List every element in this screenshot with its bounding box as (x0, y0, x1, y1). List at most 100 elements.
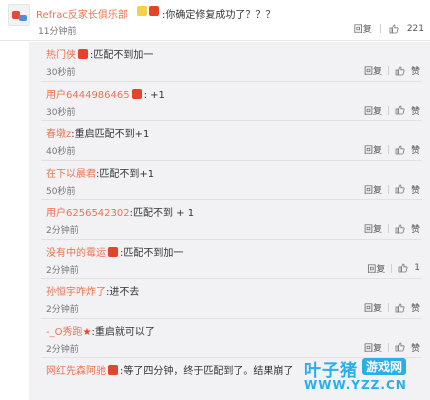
action-divider (379, 24, 381, 33)
like-label[interactable]: 赞 (411, 104, 420, 117)
thumbs-up-icon[interactable] (395, 342, 405, 352)
reply-button[interactable]: 回复 (364, 301, 382, 314)
reply-button[interactable]: 回复 (364, 104, 382, 117)
reply-item: 没有中的霉运:匹配不到加一 2分钟前 回复 1 (29, 240, 430, 279)
user-badges (137, 6, 159, 16)
site-watermark: 叶子猪 游戏网 WWW.YZZ.CN (304, 356, 422, 394)
reply-item: 孙恒宇咋炸了:进不去 2分钟前 回复 赞 (29, 279, 430, 319)
reply-text: :匹配不到加一 (120, 247, 184, 259)
reply-item: 用户6256542302:匹配不到 + 1 2分钟前 回复 赞 (29, 200, 430, 240)
badge-icon (137, 6, 147, 16)
vip-badge-icon (108, 365, 118, 375)
watermark-game: 游戏网 (362, 358, 407, 375)
reply-item: 热门侠 :匹配不到加一 30秒前 回复 赞 (29, 42, 430, 82)
reply-button[interactable]: 回复 (364, 183, 382, 196)
action-divider (387, 303, 389, 312)
reply-button[interactable]: 回复 (364, 64, 382, 77)
reply-time: 30秒前 (46, 107, 76, 118)
reply-actions: 回复 赞 (364, 104, 420, 117)
like-label[interactable]: 1 (414, 263, 420, 273)
reply-text: :进不去 (106, 287, 140, 298)
reply-button[interactable]: 回复 (354, 22, 372, 35)
top-comment-time: 11分钟前 (38, 27, 77, 37)
reply-username[interactable]: 用户6256542302 (46, 208, 130, 219)
reply-item: -_O秀跑★:重启就可以了 2分钟前 回复 赞 (29, 319, 430, 358)
badge-icon (149, 6, 159, 16)
action-divider (387, 66, 389, 75)
reply-button[interactable]: 回复 (364, 143, 382, 156)
top-comment-text: :你确定修复成功了？？？ (162, 10, 276, 21)
reply-text: :重启匹配不到+1 (71, 129, 150, 140)
thumbs-up-icon[interactable] (395, 303, 405, 313)
reply-content: 孙恒宇咋炸了:进不去 (46, 283, 139, 298)
thumbs-up-icon[interactable] (395, 105, 405, 115)
action-divider (387, 184, 389, 194)
reply-item: 用户6444986465 : +1 30秒前 回复 赞 (29, 82, 430, 121)
replies-panel: 热门侠:匹配不到加一 30秒前 回复赞用户6444986465: +1 30秒前 回复赞… (29, 42, 430, 400)
reply-username[interactable]: 网红先森阿驰 (46, 366, 106, 377)
reply-text: : +1 (143, 89, 165, 101)
reply-content: 用户6444986465 : +1 (46, 86, 165, 101)
top-comment-actions: 回复 221 (354, 22, 424, 36)
reply-actions: 回复 赞 (364, 143, 420, 156)
action-divider (387, 145, 389, 154)
like-count: 221 (406, 23, 424, 34)
reply-username[interactable]: 热门侠 (46, 50, 76, 61)
divider (0, 40, 430, 41)
like-label[interactable]: 赞 (411, 341, 420, 354)
thumbs-up-icon[interactable] (398, 263, 408, 273)
reply-actions: 回复 赞 (364, 222, 420, 235)
reply-username[interactable]: 没有中的霉运 (46, 248, 106, 259)
reply-content: 春墩z:重启匹配不到+1 (46, 125, 149, 140)
reply-text: :匹配不到 + 1 (129, 208, 195, 219)
thumbs-up-icon[interactable] (395, 224, 405, 234)
reply-time: 2分钟前 (46, 344, 79, 355)
reply-username[interactable]: 春墩z (46, 129, 71, 140)
reply-username[interactable]: -_O秀跑 (46, 327, 82, 338)
top-comment-username[interactable]: Refrac反家长俱乐部 (36, 6, 128, 21)
reply-button[interactable]: 回复 (367, 262, 385, 275)
reply-time: 40秒前 (46, 147, 76, 157)
thumbs-up-icon[interactable] (389, 24, 399, 34)
reply-content: 网红先森阿驰 :等了四分钟，终于匹配到了。结果崩了 (46, 362, 293, 377)
vip-badge-icon (131, 88, 142, 99)
reply-text: :匹配不到加一 (90, 50, 154, 61)
reply-time: 30秒前 (46, 68, 76, 78)
reply-actions: 回复 赞 (364, 183, 420, 196)
user-avatar[interactable] (8, 4, 30, 26)
reply-actions: 回复 赞 (364, 301, 420, 314)
reply-content: 没有中的霉运 :匹配不到加一 (46, 244, 183, 259)
like-label[interactable]: 赞 (411, 183, 420, 196)
reply-username[interactable]: 在下以晨君 (46, 169, 96, 180)
like-label[interactable]: 赞 (411, 64, 420, 77)
reply-content: -_O秀跑★:重启就可以了 (46, 323, 155, 338)
reply-text: :匹配不到+1 (96, 168, 155, 180)
reply-time: 2分钟前 (46, 305, 79, 315)
avatar-shape (19, 15, 27, 21)
like-label[interactable]: 赞 (411, 301, 420, 314)
reply-item: 春墩z:重启匹配不到+1 40秒前 回复 赞 (29, 121, 430, 161)
thumbs-up-icon[interactable] (395, 184, 405, 194)
reply-content: 热门侠 :匹配不到加一 (46, 46, 153, 61)
reply-text: :等了四分钟，终于匹配到了。结果崩了 (120, 366, 294, 377)
reply-text: :重启就可以了 (91, 326, 155, 338)
reply-actions: 回复 1 (367, 262, 420, 275)
like-label[interactable]: 赞 (411, 222, 420, 235)
reply-button[interactable]: 回复 (364, 341, 382, 354)
top-comment: Refrac反家长俱乐部 :你确定修复成功了？？？ 11分钟前 回复 221 (0, 0, 430, 42)
reply-time: 2分钟前 (46, 226, 79, 236)
reply-username[interactable]: 孙恒宇咋炸了 (46, 287, 106, 298)
thumbs-up-icon[interactable] (395, 66, 405, 76)
reply-username[interactable]: 用户6444986465 (46, 90, 130, 101)
thumbs-up-icon[interactable] (395, 145, 405, 155)
action-divider (387, 224, 389, 233)
vip-badge-icon (78, 49, 88, 59)
reply-button[interactable]: 回复 (364, 222, 382, 235)
reply-actions: 回复 赞 (364, 341, 420, 354)
action-divider (387, 105, 389, 115)
like-label[interactable]: 赞 (411, 143, 420, 156)
reply-item: 在下以晨君:匹配不到+1 50秒前 回复 赞 (29, 161, 430, 200)
action-divider (387, 342, 389, 352)
reply-content: 在下以晨君:匹配不到+1 (46, 165, 154, 180)
reply-time: 50秒前 (46, 186, 76, 197)
